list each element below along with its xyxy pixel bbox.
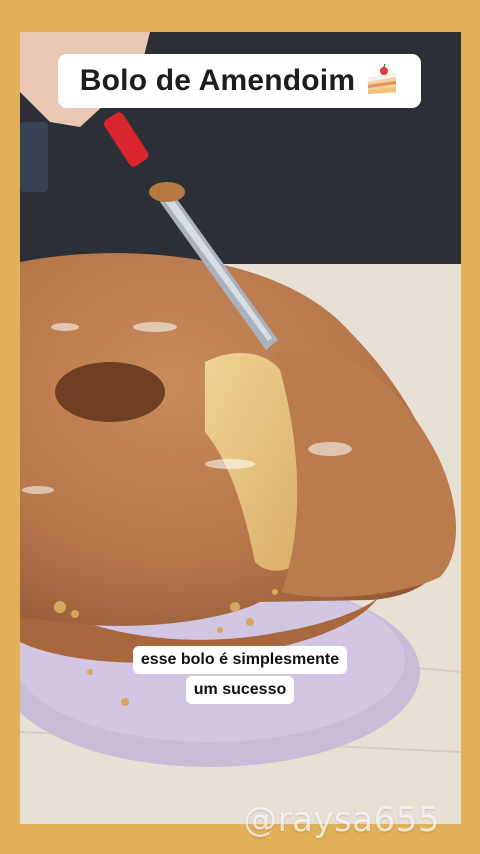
cake-slice-icon xyxy=(365,63,399,98)
video-frame: Bolo de Amendoim esse bolo é simplesment… xyxy=(0,0,480,854)
subtitle-text-1: esse bolo é simplesmente xyxy=(132,646,348,674)
subtitle-line-2: um sucesso xyxy=(0,676,480,704)
page-title: Bolo de Amendoim xyxy=(79,64,356,97)
subtitle-line-1: esse bolo é simplesmente xyxy=(0,646,480,674)
creator-watermark: @raysa655 xyxy=(243,800,440,840)
title-banner: Bolo de Amendoim xyxy=(58,54,421,108)
cake-scene xyxy=(20,32,461,824)
cake-photo xyxy=(20,32,461,824)
subtitle-text-2: um sucesso xyxy=(185,676,295,704)
